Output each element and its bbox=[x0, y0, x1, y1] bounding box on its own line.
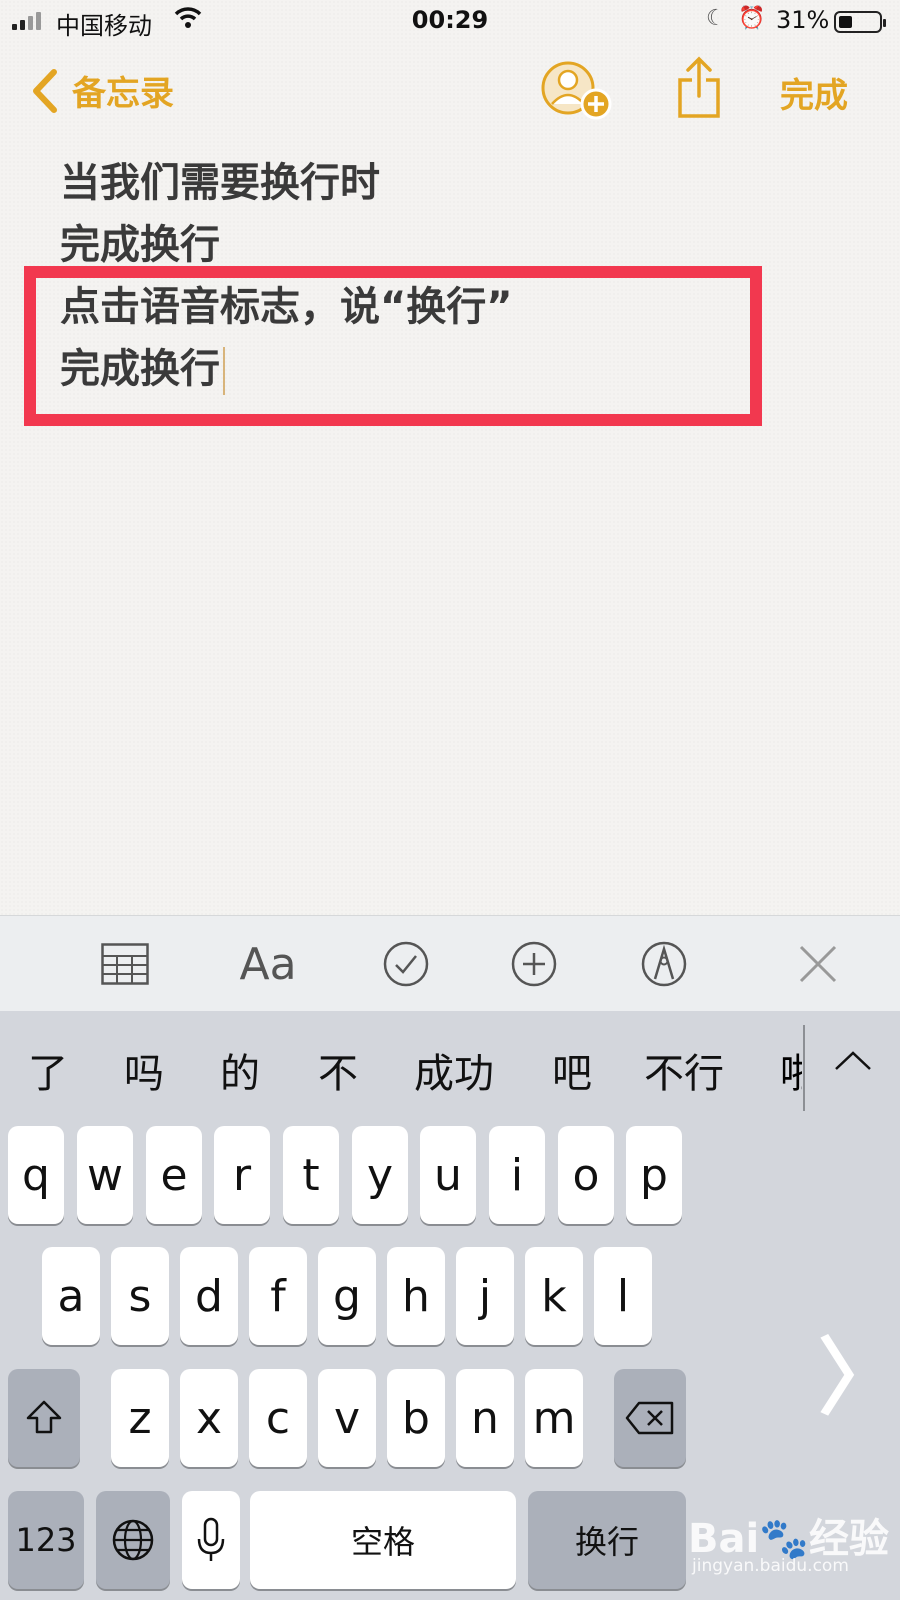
back-chevron-icon bbox=[33, 68, 57, 113]
space-key[interactable]: 空格 bbox=[250, 1491, 516, 1589]
delete-key[interactable] bbox=[614, 1369, 686, 1467]
key-g[interactable]: g bbox=[318, 1247, 376, 1345]
key-z[interactable]: z bbox=[111, 1369, 169, 1467]
globe-icon bbox=[112, 1519, 154, 1561]
return-key[interactable]: 换行 bbox=[528, 1491, 686, 1589]
key-k[interactable]: k bbox=[525, 1247, 583, 1345]
battery-icon bbox=[834, 11, 886, 33]
keyboard: 了 吗 的 不 成功 吧 不行 啦 q w e r t y u i o p a … bbox=[0, 1011, 900, 1600]
key-i[interactable]: i bbox=[489, 1126, 545, 1224]
key-h[interactable]: h bbox=[387, 1247, 445, 1345]
key-w[interactable]: w bbox=[77, 1126, 133, 1224]
plus-circle-icon[interactable] bbox=[510, 938, 558, 990]
candidate-word[interactable]: 吧 bbox=[552, 1041, 592, 1099]
highlight-box bbox=[24, 266, 762, 426]
mic-icon bbox=[197, 1517, 225, 1561]
key-j[interactable]: j bbox=[456, 1247, 514, 1345]
candidate-word[interactable]: 的 bbox=[220, 1041, 260, 1099]
table-icon[interactable] bbox=[100, 938, 150, 990]
key-u[interactable]: u bbox=[420, 1126, 476, 1224]
numbers-key[interactable]: 123 bbox=[8, 1491, 84, 1589]
key-x[interactable]: x bbox=[180, 1369, 238, 1467]
candidate-word-clipped[interactable]: 啦 bbox=[780, 1041, 802, 1099]
nav-bar: 备忘录 完成 bbox=[0, 44, 900, 140]
candidate-bar: 了 吗 的 不 成功 吧 不行 啦 bbox=[0, 1011, 900, 1117]
key-m[interactable]: m bbox=[525, 1369, 583, 1467]
key-c[interactable]: c bbox=[249, 1369, 307, 1467]
key-e[interactable]: e bbox=[146, 1126, 202, 1224]
candidate-word[interactable]: 不行 bbox=[644, 1041, 724, 1099]
key-a[interactable]: a bbox=[42, 1247, 100, 1345]
candidate-word[interactable]: 吗 bbox=[124, 1041, 164, 1099]
key-l[interactable]: l bbox=[594, 1247, 652, 1345]
status-bar: 中国移动 00:29 ☾ ⏰ 31% bbox=[0, 0, 900, 44]
shift-icon bbox=[26, 1400, 62, 1434]
candidate-word[interactable]: 了 bbox=[28, 1041, 68, 1099]
format-icon[interactable]: Aa bbox=[236, 938, 300, 990]
format-toolbar: Aa bbox=[0, 915, 900, 1012]
key-t[interactable]: t bbox=[283, 1126, 339, 1224]
key-o[interactable]: o bbox=[558, 1126, 614, 1224]
key-y[interactable]: y bbox=[352, 1126, 408, 1224]
next-page-chevron-icon[interactable]: 〉 bbox=[818, 1311, 900, 1432]
key-s[interactable]: s bbox=[111, 1247, 169, 1345]
markup-pen-icon[interactable] bbox=[640, 938, 688, 990]
checklist-icon[interactable] bbox=[382, 938, 430, 990]
key-n[interactable]: n bbox=[456, 1369, 514, 1467]
key-b[interactable]: b bbox=[387, 1369, 445, 1467]
key-r[interactable]: r bbox=[214, 1126, 270, 1224]
close-icon[interactable] bbox=[796, 938, 840, 990]
key-v[interactable]: v bbox=[318, 1369, 376, 1467]
watermark-url: jingyan.baidu.com bbox=[692, 1556, 849, 1576]
globe-key[interactable] bbox=[96, 1491, 170, 1589]
alarm-icon: ⏰ bbox=[738, 6, 766, 31]
share-icon[interactable] bbox=[676, 56, 722, 120]
shift-key[interactable] bbox=[8, 1369, 80, 1467]
done-button[interactable]: 完成 bbox=[780, 68, 848, 117]
candidate-divider bbox=[803, 1025, 805, 1111]
moon-icon: ☾ bbox=[706, 6, 726, 31]
candidate-word[interactable]: 不 bbox=[318, 1041, 358, 1099]
note-line: 当我们需要换行时 bbox=[60, 160, 380, 206]
add-person-icon[interactable] bbox=[540, 60, 612, 122]
battery-percent: 31% bbox=[776, 6, 830, 34]
candidate-word[interactable]: 成功 bbox=[414, 1041, 494, 1099]
key-d[interactable]: d bbox=[180, 1247, 238, 1345]
mic-key[interactable] bbox=[182, 1491, 240, 1589]
back-label: 备忘录 bbox=[72, 74, 174, 114]
delete-icon bbox=[625, 1401, 674, 1435]
key-p[interactable]: p bbox=[626, 1126, 682, 1224]
back-button[interactable]: 备忘录 bbox=[30, 66, 174, 115]
key-q[interactable]: q bbox=[8, 1126, 64, 1224]
key-f[interactable]: f bbox=[249, 1247, 307, 1345]
expand-candidates-icon[interactable] bbox=[830, 1045, 876, 1075]
